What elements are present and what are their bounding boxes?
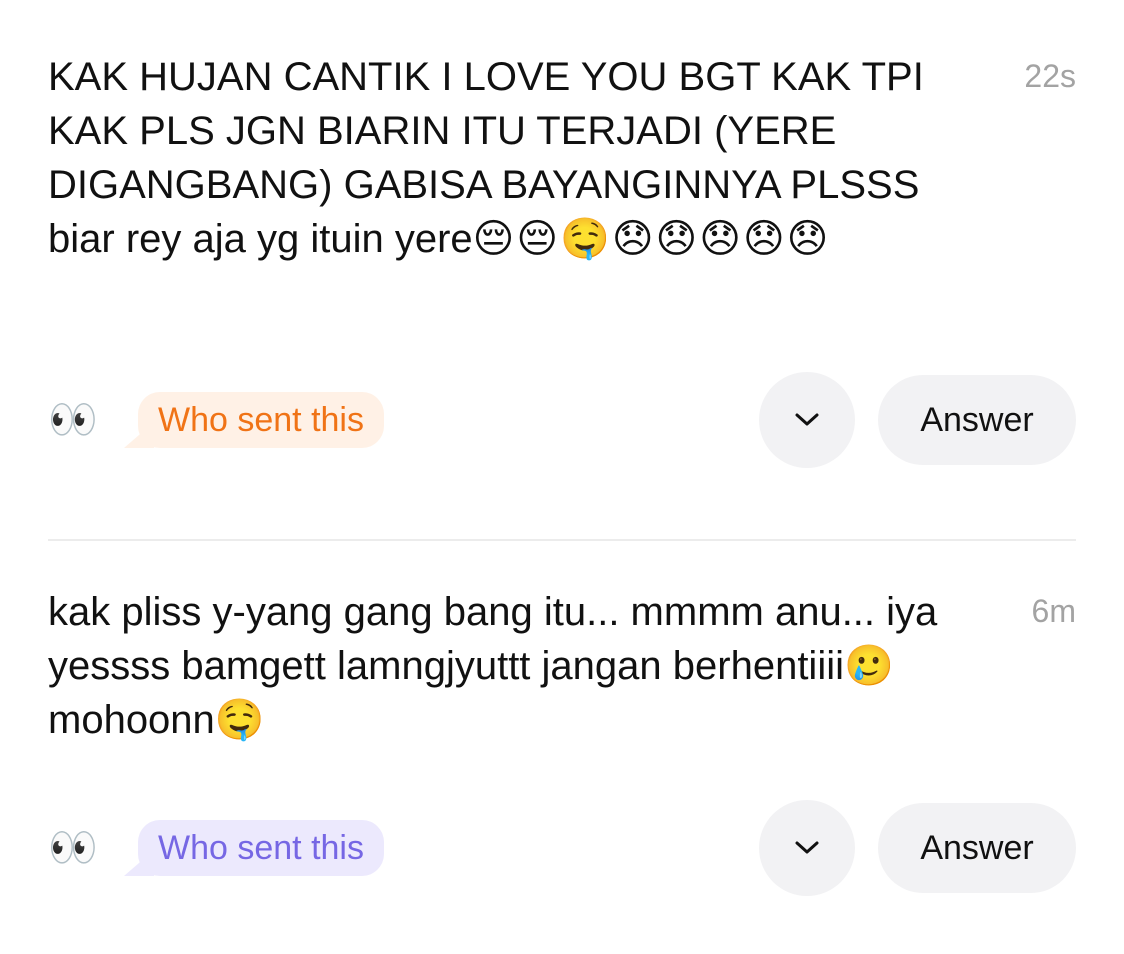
chevron-down-icon — [795, 413, 819, 426]
expand-button[interactable] — [759, 372, 855, 468]
question-text: KAK HUJAN CANTIK I LOVE YOU BGT KAK TPI … — [48, 50, 958, 266]
question-card: KAK HUJAN CANTIK I LOVE YOU BGT KAK TPI … — [48, 50, 1076, 468]
answer-button-label: Answer — [920, 400, 1034, 439]
question-message-row: KAK HUJAN CANTIK I LOVE YOU BGT KAK TPI … — [48, 50, 1076, 266]
answer-button[interactable]: Answer — [878, 803, 1076, 893]
question-text: kak pliss y-yang gang bang itu... mmmm a… — [48, 585, 958, 747]
question-text-body: kak pliss y-yang gang bang itu... mmmm a… — [48, 590, 938, 688]
eyes-icon: 👀 — [48, 826, 98, 870]
who-sent-this-label: Who sent this — [158, 400, 364, 439]
emoji-sequence: 😔😔🤤😞😞😞😞😞 — [472, 217, 831, 261]
eyes-icon: 👀 — [48, 398, 98, 442]
who-sent-this-label: Who sent this — [158, 828, 364, 867]
question-actions: 👀 Who sent this Answer — [48, 800, 1076, 896]
who-sent-this-button[interactable]: Who sent this — [138, 820, 384, 876]
question-actions: 👀 Who sent this Answer — [48, 372, 1076, 468]
emoji-drooling: 🤤 — [214, 698, 265, 742]
question-card: kak pliss y-yang gang bang itu... mmmm a… — [48, 585, 1076, 896]
chevron-down-icon — [795, 841, 819, 854]
answer-button-label: Answer — [920, 828, 1034, 867]
timestamp: 6m — [1031, 593, 1076, 629]
expand-button[interactable] — [759, 800, 855, 896]
answer-button[interactable]: Answer — [878, 375, 1076, 465]
emoji-smiling-tear: 🥲 — [843, 644, 894, 688]
timestamp: 22s — [1024, 58, 1076, 94]
question-message-row: kak pliss y-yang gang bang itu... mmmm a… — [48, 585, 1076, 747]
divider — [48, 539, 1076, 541]
who-sent-this-button[interactable]: Who sent this — [138, 392, 384, 448]
question-text-tail: mohoonn — [48, 698, 215, 742]
